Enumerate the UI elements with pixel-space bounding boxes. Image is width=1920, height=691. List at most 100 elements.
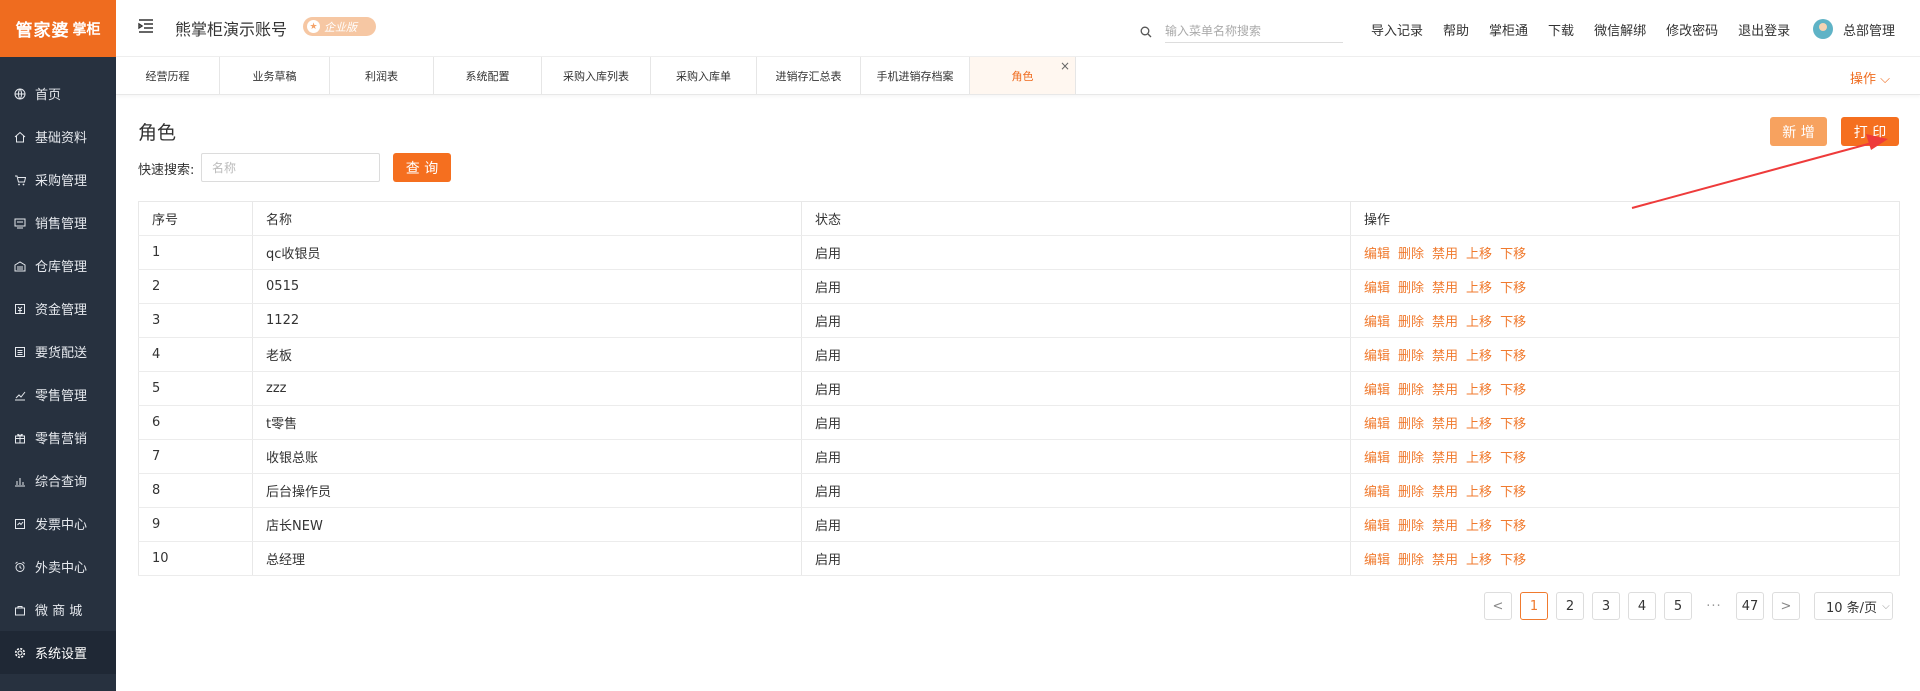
disable-link[interactable]: 禁用 — [1432, 519, 1458, 534]
header-link-6[interactable]: 退出登录 — [1738, 20, 1790, 39]
delete-link[interactable]: 删除 — [1398, 451, 1424, 466]
sidebar-item-6[interactable]: 要货配送 — [0, 330, 116, 373]
delete-link[interactable]: 删除 — [1398, 281, 1424, 296]
tab-0[interactable]: 经营历程 — [116, 57, 220, 94]
user-menu[interactable]: 总部管理 — [1813, 19, 1895, 39]
move-down-link[interactable]: 下移 — [1500, 247, 1526, 262]
tab-7[interactable]: 手机进销存档案 — [861, 57, 970, 94]
tab-4[interactable]: 采购入库列表 — [542, 57, 651, 94]
edit-link[interactable]: 编辑 — [1364, 281, 1390, 296]
app-logo[interactable]: 管家婆 掌柜 — [0, 0, 116, 57]
delete-link[interactable]: 删除 — [1398, 315, 1424, 330]
prev-page-button[interactable]: < — [1484, 592, 1512, 620]
delete-link[interactable]: 删除 — [1398, 485, 1424, 500]
delete-link[interactable]: 删除 — [1398, 383, 1424, 398]
move-down-link[interactable]: 下移 — [1500, 417, 1526, 432]
delete-link[interactable]: 删除 — [1398, 247, 1424, 262]
tab-1[interactable]: 业务草稿 — [220, 57, 330, 94]
header-link-0[interactable]: 导入记录 — [1371, 20, 1423, 39]
disable-link[interactable]: 禁用 — [1432, 485, 1458, 500]
tab-2[interactable]: 利润表 — [330, 57, 434, 94]
menu-collapse-icon[interactable] — [138, 19, 154, 33]
tab-5[interactable]: 采购入库单 — [651, 57, 757, 94]
tab-3[interactable]: 系统配置 — [434, 57, 542, 94]
page-button[interactable]: 5 — [1664, 592, 1692, 620]
edit-link[interactable]: 编辑 — [1364, 417, 1390, 432]
disable-link[interactable]: 禁用 — [1432, 383, 1458, 398]
move-up-link[interactable]: 上移 — [1466, 519, 1492, 534]
menu-search-input[interactable] — [1165, 20, 1343, 43]
close-icon[interactable]: × — [1060, 59, 1070, 73]
move-down-link[interactable]: 下移 — [1500, 383, 1526, 398]
sidebar-item-10[interactable]: 发票中心 — [0, 502, 116, 545]
disable-link[interactable]: 禁用 — [1432, 349, 1458, 364]
move-up-link[interactable]: 上移 — [1466, 349, 1492, 364]
header-link-4[interactable]: 微信解绑 — [1594, 20, 1646, 39]
edit-link[interactable]: 编辑 — [1364, 553, 1390, 568]
delete-link[interactable]: 删除 — [1398, 519, 1424, 534]
disable-link[interactable]: 禁用 — [1432, 281, 1458, 296]
move-down-link[interactable]: 下移 — [1500, 315, 1526, 330]
move-up-link[interactable]: 上移 — [1466, 315, 1492, 330]
sidebar-item-9[interactable]: 综合查询 — [0, 459, 116, 502]
sidebar-item-11[interactable]: 外卖中心 — [0, 545, 116, 588]
tab-8[interactable]: 角色 × — [970, 57, 1076, 94]
disable-link[interactable]: 禁用 — [1432, 553, 1458, 568]
move-down-link[interactable]: 下移 — [1500, 553, 1526, 568]
edit-link[interactable]: 编辑 — [1364, 451, 1390, 466]
header-link-2[interactable]: 掌柜通 — [1489, 20, 1528, 39]
quick-search-input[interactable] — [201, 153, 380, 182]
move-up-link[interactable]: 上移 — [1466, 247, 1492, 262]
sidebar-item-2[interactable]: 采购管理 — [0, 158, 116, 201]
edit-link[interactable]: 编辑 — [1364, 315, 1390, 330]
tab-6[interactable]: 进销存汇总表 — [757, 57, 861, 94]
delete-link[interactable]: 删除 — [1398, 417, 1424, 432]
sidebar-item-7[interactable]: 零售管理 — [0, 373, 116, 416]
page-size-select[interactable]: 10 条/页 ⌵ — [1814, 592, 1893, 620]
move-up-link[interactable]: 上移 — [1466, 281, 1492, 296]
disable-link[interactable]: 禁用 — [1432, 315, 1458, 330]
move-up-link[interactable]: 上移 — [1466, 383, 1492, 398]
sidebar-item-4[interactable]: 仓库管理 — [0, 244, 116, 287]
sidebar-item-13[interactable]: 系统设置 — [0, 631, 116, 674]
query-button[interactable]: 查 询 — [393, 153, 451, 182]
page-button[interactable]: 4 — [1628, 592, 1656, 620]
header-link-5[interactable]: 修改密码 — [1666, 20, 1718, 39]
header-link-3[interactable]: 下载 — [1548, 20, 1574, 39]
delete-link[interactable]: 删除 — [1398, 553, 1424, 568]
sidebar-item-3[interactable]: 销售管理 — [0, 201, 116, 244]
pagination-ellipsis[interactable]: ··· — [1700, 599, 1728, 614]
disable-link[interactable]: 禁用 — [1432, 451, 1458, 466]
sidebar-item-12[interactable]: 微 商 城 — [0, 588, 116, 631]
sidebar-item-8[interactable]: 零售营销 — [0, 416, 116, 459]
sidebar-item-5[interactable]: 资金管理 — [0, 287, 116, 330]
page-button[interactable]: 3 — [1592, 592, 1620, 620]
sidebar-item-0[interactable]: 首页 — [0, 72, 116, 115]
move-down-link[interactable]: 下移 — [1500, 519, 1526, 534]
disable-link[interactable]: 禁用 — [1432, 247, 1458, 262]
avatar[interactable] — [1813, 19, 1833, 39]
tab-ops-dropdown[interactable]: 操作 ⌵ — [1850, 68, 1890, 87]
move-down-link[interactable]: 下移 — [1500, 281, 1526, 296]
sidebar-item-1[interactable]: 基础资料 — [0, 115, 116, 158]
header-link-1[interactable]: 帮助 — [1443, 20, 1469, 39]
edit-link[interactable]: 编辑 — [1364, 519, 1390, 534]
move-down-link[interactable]: 下移 — [1500, 451, 1526, 466]
disable-link[interactable]: 禁用 — [1432, 417, 1458, 432]
last-page-button[interactable]: 47 — [1736, 592, 1764, 620]
move-up-link[interactable]: 上移 — [1466, 451, 1492, 466]
delete-link[interactable]: 删除 — [1398, 349, 1424, 364]
move-up-link[interactable]: 上移 — [1466, 417, 1492, 432]
move-up-link[interactable]: 上移 — [1466, 485, 1492, 500]
next-page-button[interactable]: > — [1772, 592, 1800, 620]
add-button[interactable]: 新 增 — [1770, 117, 1827, 146]
move-down-link[interactable]: 下移 — [1500, 349, 1526, 364]
edit-link[interactable]: 编辑 — [1364, 485, 1390, 500]
move-down-link[interactable]: 下移 — [1500, 485, 1526, 500]
move-up-link[interactable]: 上移 — [1466, 553, 1492, 568]
page-button[interactable]: 1 — [1520, 592, 1548, 620]
page-button[interactable]: 2 — [1556, 592, 1584, 620]
edit-link[interactable]: 编辑 — [1364, 247, 1390, 262]
print-button[interactable]: 打 印 — [1841, 117, 1899, 146]
edit-link[interactable]: 编辑 — [1364, 383, 1390, 398]
